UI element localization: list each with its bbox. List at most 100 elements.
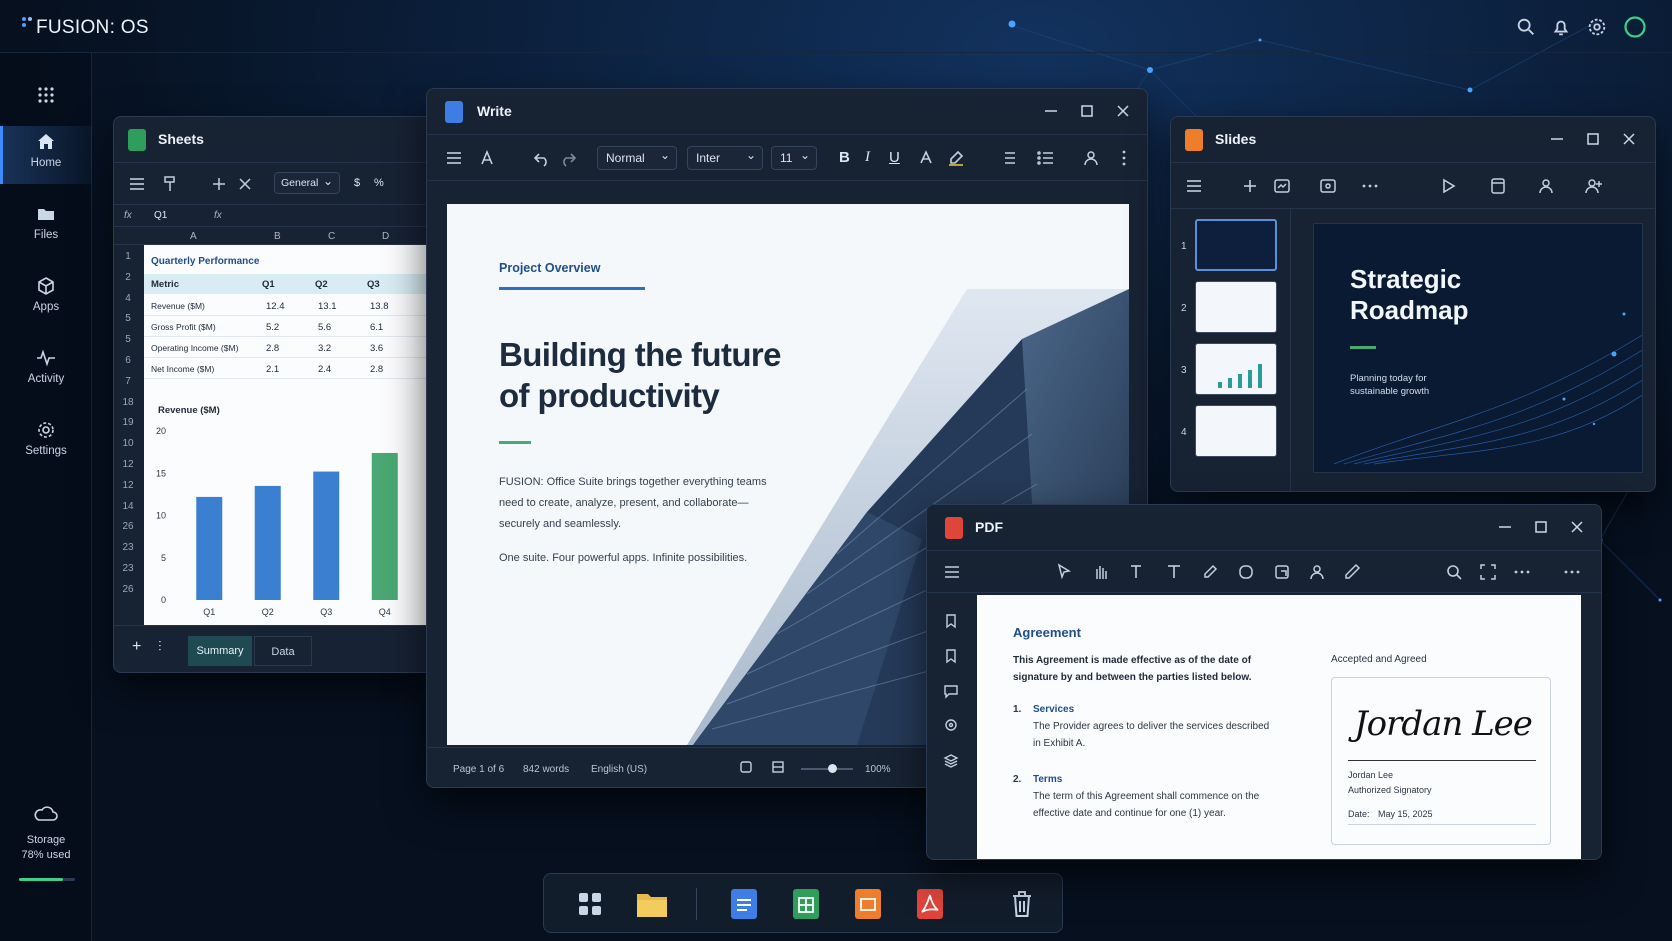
insert-image-icon[interactable]	[1319, 177, 1337, 195]
percent-format-button[interactable]: %	[374, 177, 384, 189]
tab-data[interactable]: Data	[254, 636, 312, 666]
folder-icon[interactable]	[636, 890, 668, 918]
slides-window[interactable]: Slides 1 2 3 4 Strategic Roadmap Planning t…	[1170, 116, 1656, 492]
text-style-icon[interactable]	[479, 149, 497, 167]
underline-button[interactable]: U	[889, 149, 900, 166]
row-number[interactable]: 23	[114, 563, 142, 574]
minimize-icon[interactable]	[1043, 103, 1059, 119]
shape-icon[interactable]	[1237, 563, 1255, 581]
close-icon[interactable]	[1115, 103, 1131, 119]
minimize-icon[interactable]	[1497, 519, 1513, 535]
layout-icon[interactable]	[1273, 177, 1291, 195]
maximize-icon[interactable]	[1079, 103, 1095, 119]
row-number[interactable]: 5	[114, 313, 142, 324]
signature-box[interactable]: Jordan Lee Jordan Lee Authorized Signator…	[1331, 677, 1551, 845]
table-row[interactable]: Revenue ($M) 12.4 13.1 13.8	[144, 295, 432, 316]
slide-thumbnail[interactable]	[1195, 405, 1277, 457]
sign-user-icon[interactable]	[1309, 563, 1327, 581]
numbered-list-icon[interactable]	[999, 149, 1017, 167]
language[interactable]: English (US)	[591, 764, 647, 775]
menu-icon[interactable]	[445, 149, 463, 167]
row-number[interactable]: 6	[114, 355, 142, 366]
row-number[interactable]: 4	[114, 293, 142, 304]
sidebar-item-activity[interactable]: Activity	[0, 342, 92, 400]
slide-canvas[interactable]: Strategic Roadmap Planning today for sus…	[1313, 223, 1643, 473]
table-row[interactable]: Gross Profit ($M) 5.2 5.6 6.1	[144, 316, 432, 337]
slide-thumbnail[interactable]	[1195, 219, 1277, 271]
sheet-list-icon[interactable]: ⫶	[158, 638, 162, 655]
highlight-icon[interactable]	[947, 149, 965, 167]
table-row[interactable]: Operating Income ($M) 2.8 3.2 3.6	[144, 337, 432, 358]
trash-icon[interactable]	[1010, 890, 1034, 918]
tab-summary[interactable]: Summary	[188, 636, 252, 666]
close-icon[interactable]	[1569, 519, 1585, 535]
sheets-app-icon[interactable]	[792, 888, 820, 920]
pdf-window[interactable]: PDF Agreement This Agreement is made eff…	[926, 504, 1602, 860]
row-number[interactable]: 19	[114, 417, 142, 428]
sheets-titlebar[interactable]: Sheets	[114, 117, 432, 163]
stamp-icon[interactable]	[1273, 563, 1291, 581]
bar-q1[interactable]	[196, 496, 223, 600]
borders-icon[interactable]	[210, 175, 228, 193]
paint-format-icon[interactable]	[162, 175, 180, 193]
text-select-icon[interactable]	[1127, 563, 1145, 581]
signature-pen-icon[interactable]	[1343, 563, 1361, 581]
sidebar-item-home[interactable]: Home	[0, 126, 92, 184]
bar-q2[interactable]	[254, 485, 281, 600]
row-number[interactable]: 7	[114, 376, 142, 387]
bookmark-list-icon[interactable]	[943, 648, 959, 664]
row-number[interactable]: 5	[114, 334, 142, 345]
undo-icon[interactable]	[533, 149, 551, 167]
sheet-grid[interactable]: Quarterly Performance Metric Q1 Q2 Q3 Re…	[144, 245, 432, 625]
name-box[interactable]: Q1	[154, 210, 167, 221]
text-color-icon[interactable]	[917, 149, 935, 167]
column-a[interactable]: A	[190, 231, 197, 242]
page-view-icon[interactable]	[771, 760, 785, 774]
apps-grid-icon[interactable]	[578, 892, 602, 916]
cursor-icon[interactable]	[1055, 563, 1073, 581]
bullet-list-icon[interactable]	[1037, 149, 1055, 167]
sidebar-item-settings[interactable]: Settings	[0, 414, 92, 472]
menu-icon[interactable]	[128, 175, 146, 193]
slides-app-icon[interactable]	[854, 888, 882, 920]
present-play-icon[interactable]	[1439, 177, 1457, 195]
maximize-icon[interactable]	[1585, 131, 1601, 147]
column-b[interactable]: B	[274, 231, 281, 242]
add-slide-icon[interactable]	[1241, 177, 1259, 195]
column-c[interactable]: C	[328, 231, 335, 242]
collaborators-icon[interactable]	[1537, 177, 1555, 195]
location-icon[interactable]	[943, 718, 959, 734]
zoom-slider-knob[interactable]	[828, 764, 838, 773]
slide-thumbnail[interactable]	[1195, 281, 1277, 333]
focus-mode-icon[interactable]	[739, 760, 753, 774]
row-number[interactable]: 12	[114, 480, 142, 491]
app-launcher-icon[interactable]	[38, 87, 54, 103]
bookmark-icon[interactable]	[943, 613, 959, 629]
share-icon[interactable]	[1585, 177, 1603, 195]
row-number[interactable]: 23	[114, 542, 142, 553]
hand-icon[interactable]	[1091, 563, 1109, 581]
pdf-app-icon[interactable]	[916, 888, 944, 920]
maximize-icon[interactable]	[1533, 519, 1549, 535]
slides-titlebar[interactable]: Slides	[1171, 117, 1655, 163]
write-app-icon[interactable]	[730, 888, 758, 920]
row-number[interactable]: 2	[114, 272, 142, 283]
add-sheet-icon[interactable]: +	[132, 638, 141, 656]
storage-widget[interactable]: Storage 78% used	[0, 803, 92, 881]
row-number[interactable]: 10	[114, 438, 142, 449]
table-row[interactable]: Net Income ($M) 2.1 2.4 2.8	[144, 358, 432, 379]
sheets-window[interactable]: Sheets General $ % fx Q1 fx A B C D 1245…	[113, 116, 433, 673]
menu-icon[interactable]	[943, 563, 961, 581]
pdf-titlebar[interactable]: PDF	[927, 505, 1601, 551]
search-icon[interactable]	[1445, 563, 1463, 581]
row-number[interactable]: 26	[114, 584, 142, 595]
bar-q3[interactable]	[313, 471, 340, 600]
fit-page-icon[interactable]	[1479, 563, 1497, 581]
status-ring-icon[interactable]	[1623, 15, 1647, 39]
gear-icon[interactable]	[1586, 16, 1608, 38]
redo-icon[interactable]	[559, 149, 577, 167]
share-users-icon[interactable]	[1083, 149, 1101, 167]
more-horizontal-icon[interactable]	[1513, 563, 1531, 581]
comment-icon[interactable]	[943, 683, 959, 699]
clear-format-icon[interactable]	[236, 175, 254, 193]
